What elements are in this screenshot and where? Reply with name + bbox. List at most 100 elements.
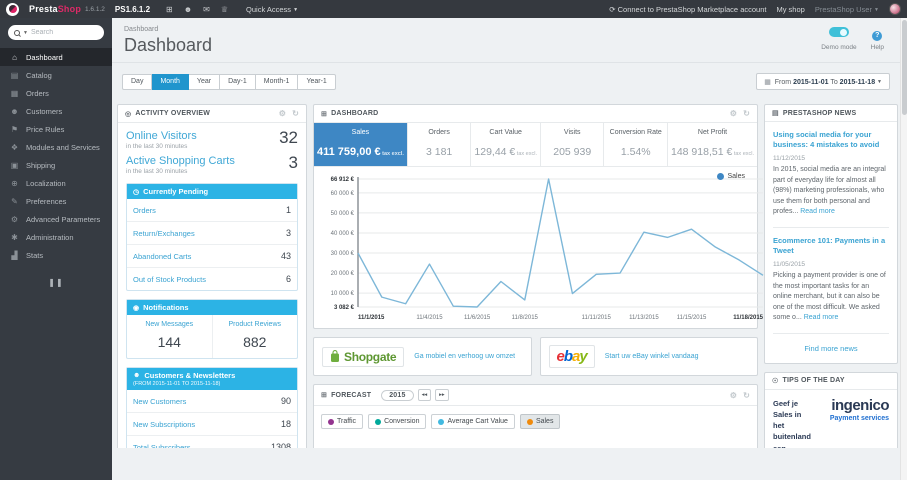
- help-icon[interactable]: ?: [872, 31, 883, 41]
- sidebar-item-shipping[interactable]: ▣ Shipping: [0, 156, 112, 174]
- page-head: Dashboard Dashboard Demo mode ? Help: [112, 18, 900, 63]
- sidebar-item-label: Price Rules: [26, 124, 65, 134]
- range-button-day-1[interactable]: Day-1: [220, 73, 256, 90]
- mail-icon[interactable]: ✉: [203, 5, 210, 14]
- topbar-left: PrestaShop 1.6.1.2 PS1.6.1.2 ⊞ ☻ ✉ ♕ Quick …: [6, 2, 298, 16]
- forecast-prev-button[interactable]: ◂◂: [417, 389, 432, 401]
- row-label[interactable]: Abandoned Carts: [133, 252, 191, 261]
- metric-net-profit[interactable]: Net Profit 148 918,51 € tax excl.: [668, 123, 757, 166]
- sidebar-item-administration[interactable]: ✱ Administration: [0, 228, 112, 246]
- row-label[interactable]: Orders: [133, 206, 156, 215]
- forecast-toggle-conversion[interactable]: Conversion: [368, 414, 427, 429]
- ebay-link[interactable]: Start uw eBay winkel vandaag: [605, 353, 699, 360]
- sidebar-item-preferences[interactable]: ✎ Preferences: [0, 192, 112, 210]
- sidebar-search[interactable]: ▼: [8, 25, 104, 40]
- sidebar-item-label: Modules and Services: [26, 142, 100, 152]
- range-button-month-1[interactable]: Month-1: [255, 73, 299, 90]
- sidebar-item-modules-and-services[interactable]: ❖ Modules and Services: [0, 138, 112, 156]
- big-stat-label[interactable]: Online Visitors: [126, 130, 298, 142]
- chevron-down-icon: ▼: [23, 29, 28, 36]
- cart-icon[interactable]: ⊞: [166, 5, 173, 14]
- user-avatar[interactable]: [889, 3, 901, 15]
- metric-sales[interactable]: Sales 411 759,00 € tax excl.: [314, 123, 408, 166]
- metric-orders[interactable]: Orders 3 181: [408, 123, 472, 166]
- sidebar-item-label: Administration: [26, 232, 74, 242]
- shopgate-link[interactable]: Ga mobiel en verhoog uw omzet: [414, 353, 515, 360]
- ebay-banner[interactable]: ebay Start uw eBay winkel vandaag: [539, 337, 758, 376]
- range-button-day[interactable]: Day: [122, 73, 153, 90]
- sidebar-item-price-rules[interactable]: ⚑ Price Rules: [0, 120, 112, 138]
- marketplace-link[interactable]: ⟳ Connect to PrestaShop Marketplace acco…: [609, 5, 766, 14]
- gear-icon[interactable]: ⚙: [730, 391, 737, 400]
- row-label[interactable]: Total Subscribers: [133, 443, 191, 449]
- activity-section-currently-pending: ◷ Currently Pending Orders 1 Return/Exchange…: [126, 183, 298, 291]
- metric-visits[interactable]: Visits 205 939: [541, 123, 605, 166]
- sidebar-item-localization[interactable]: ⊕ Localization: [0, 174, 112, 192]
- sidebar-collapse-button[interactable]: ❚❚: [0, 278, 112, 287]
- forecast-year-badge[interactable]: 2015: [381, 389, 414, 401]
- user-icon[interactable]: ☻: [184, 5, 192, 14]
- row-label[interactable]: New Subscriptions: [133, 420, 195, 429]
- tips-heading[interactable]: Geef je Sales in het buitenland een Boos…: [773, 398, 811, 449]
- article-excerpt: Picking a payment provider is one of the…: [773, 272, 886, 321]
- table-row: Total Subscribers 1308: [127, 436, 297, 448]
- search-input[interactable]: [30, 29, 98, 36]
- sidebar-item-catalog[interactable]: ▤ Catalog: [0, 66, 112, 84]
- metric-conversion-rate[interactable]: Conversion Rate 1.54%: [604, 123, 668, 166]
- chart-legend[interactable]: Sales: [717, 173, 745, 180]
- vertical-scrollbar[interactable]: [900, 18, 907, 480]
- toggle-label: Traffic: [337, 418, 357, 425]
- metric-cart-value[interactable]: Cart Value 129,44 € tax excl.: [471, 123, 541, 166]
- row-label[interactable]: Return/Exchanges: [133, 229, 195, 238]
- sidebar-item-label: Orders: [26, 88, 49, 98]
- range-button-year-1[interactable]: Year-1: [298, 73, 336, 90]
- y-axis-tick: 50 000 €: [331, 211, 355, 217]
- sidebar-item-stats[interactable]: ▟ Stats: [0, 246, 112, 264]
- cell-label: Product Reviews: [228, 321, 282, 328]
- forecast-toggle-sales[interactable]: Sales: [519, 414, 561, 429]
- table-row: Orders 1: [127, 199, 297, 222]
- sidebar-item-dashboard[interactable]: ⌂ Dashboard: [0, 48, 112, 66]
- gear-icon[interactable]: ⚙: [279, 109, 286, 118]
- stat-cell-product-reviews[interactable]: Product Reviews 882: [211, 315, 298, 358]
- user-menu[interactable]: PrestaShop User ▼: [815, 5, 879, 14]
- article-title[interactable]: Ecommerce 101: Payments in a Tweet: [773, 236, 889, 256]
- brand-version: 1.6.1.2: [85, 5, 105, 13]
- sidebar-item-orders[interactable]: ▦ Orders: [0, 84, 112, 102]
- scrollbar-thumb[interactable]: [902, 20, 907, 115]
- x-axis-tick: 11/15/2015: [677, 315, 707, 321]
- my-shop-link[interactable]: My shop: [776, 5, 804, 14]
- row-label[interactable]: New Customers: [133, 397, 186, 406]
- shop-code: PS1.6.1.2: [114, 4, 151, 14]
- section-title: Notifications: [143, 303, 189, 312]
- cart-icon: ⊞: [321, 392, 328, 399]
- stat-cell-new-messages[interactable]: New Messages 144: [127, 315, 212, 358]
- article-title[interactable]: Using social media for your business: 4 …: [773, 130, 889, 150]
- quick-access-menu[interactable]: Quick Access ▼: [246, 5, 298, 14]
- forecast-toggle-average-cart-value[interactable]: Average Cart Value: [431, 414, 515, 429]
- trophy-icon[interactable]: ♕: [221, 5, 228, 14]
- demo-mode-toggle[interactable]: [828, 27, 849, 37]
- find-more-news-link[interactable]: Find more news: [773, 334, 889, 357]
- refresh-icon[interactable]: ↻: [743, 391, 750, 400]
- range-button-year[interactable]: Year: [188, 73, 221, 90]
- prestashop-logo[interactable]: [6, 2, 19, 16]
- date-range-picker[interactable]: ▦ From 2015-11-01 To 2015-11-18 ▼: [756, 73, 890, 90]
- sidebar-item-advanced-parameters[interactable]: ⚙ Advanced Parameters: [0, 210, 112, 228]
- refresh-icon[interactable]: ↻: [292, 109, 299, 118]
- article-excerpt: In 2015, social media are an integral pa…: [773, 166, 886, 216]
- forecast-toggle-traffic[interactable]: Traffic: [321, 414, 364, 429]
- row-label[interactable]: Out of Stock Products: [133, 275, 206, 284]
- big-stat-label[interactable]: Active Shopping Carts: [126, 155, 298, 167]
- refresh-icon[interactable]: ↻: [743, 109, 750, 118]
- shopping-bag-icon: [331, 350, 339, 362]
- forecast-next-button[interactable]: ▸▸: [435, 389, 449, 401]
- read-more-link[interactable]: Read more: [800, 208, 835, 215]
- gear-icon[interactable]: ⚙: [730, 109, 737, 118]
- shopgate-banner[interactable]: Shopgate Ga mobiel en verhoog uw omzet: [313, 337, 532, 376]
- sidebar-item-customers[interactable]: ☻ Customers: [0, 102, 112, 120]
- range-button-month[interactable]: Month: [152, 73, 189, 90]
- read-more-link[interactable]: Read more: [804, 314, 839, 321]
- stats-icon: ▟: [11, 250, 18, 260]
- breadcrumb[interactable]: Dashboard: [124, 26, 890, 33]
